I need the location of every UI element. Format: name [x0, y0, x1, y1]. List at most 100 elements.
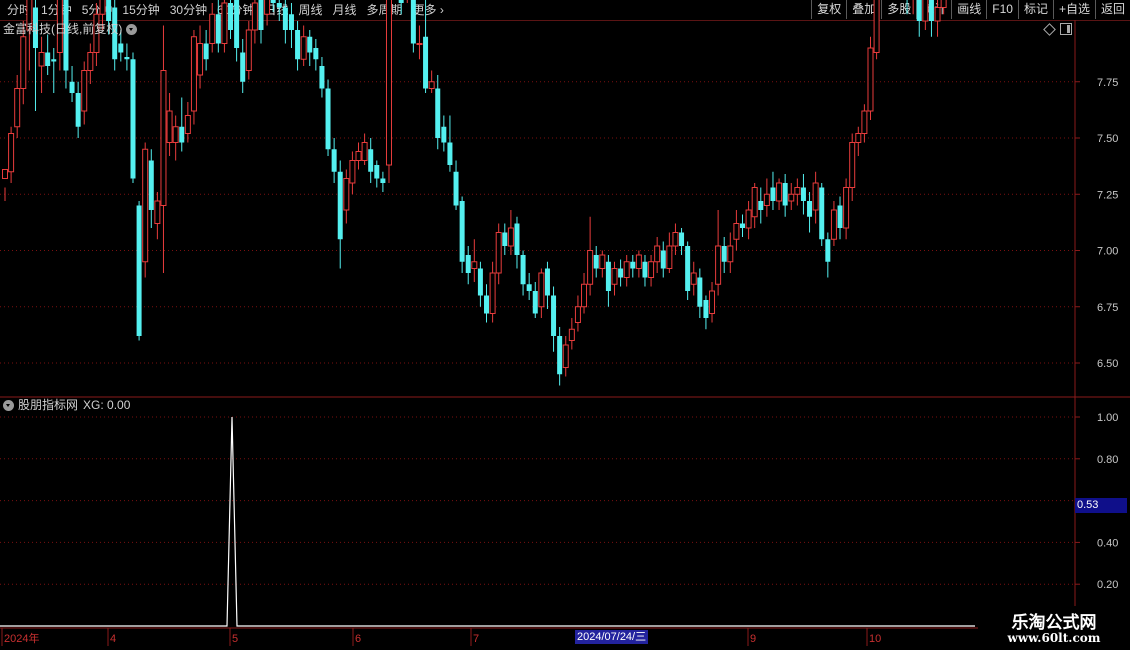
- time-axis-label: 5: [232, 633, 238, 645]
- candle-body: [75, 93, 81, 127]
- candle-body: [179, 126, 185, 143]
- indicator-tick-label: 1.00: [1097, 412, 1118, 424]
- xg-signal-line: [0, 416, 975, 627]
- candle-body: [568, 328, 575, 341]
- price-tick-label: 7.50: [1097, 133, 1118, 145]
- candle-body: [258, 0, 264, 31]
- candle-body: [300, 36, 307, 60]
- candle-body: [928, 0, 934, 22]
- candle-body: [861, 110, 868, 134]
- candle-body: [562, 344, 569, 368]
- candle-body: [715, 245, 722, 285]
- candle-body: [520, 255, 526, 285]
- candle-body: [215, 14, 221, 44]
- candle-body: [721, 246, 727, 262]
- candle-body: [532, 291, 538, 314]
- candle-body: [398, 0, 404, 3]
- candle-body: [148, 160, 154, 210]
- candle-body: [642, 261, 648, 278]
- stock-title-label: 金富科技(日线,前复权): [3, 22, 123, 36]
- candle-body: [502, 232, 508, 246]
- indicator-tick-label: 0.40: [1097, 537, 1118, 549]
- candle-body: [20, 36, 27, 89]
- candle-body: [441, 126, 447, 143]
- time-axis-label: 9: [750, 633, 756, 645]
- candle-body: [685, 246, 691, 291]
- candle-body: [867, 47, 874, 112]
- candle-body: [136, 205, 142, 336]
- candle-body: [331, 149, 337, 172]
- candle-body: [800, 187, 806, 201]
- candle-body: [648, 261, 655, 278]
- time-axis-label: 6: [355, 633, 361, 645]
- candle-body: [349, 160, 356, 184]
- chevron-down-icon[interactable]: [126, 23, 138, 35]
- candle-body: [849, 142, 856, 188]
- candle-body: [160, 70, 167, 206]
- candle-body: [435, 88, 441, 138]
- candle-body: [495, 232, 502, 274]
- candle-body: [447, 142, 453, 165]
- candle-body: [245, 29, 252, 71]
- time-axis-label: 7: [473, 633, 479, 645]
- candle-body: [666, 245, 673, 269]
- candle-body: [581, 283, 588, 308]
- candle-body: [807, 201, 813, 217]
- candle-body: [172, 126, 179, 143]
- candle-body: [428, 81, 435, 89]
- candle-body: [574, 306, 581, 323]
- candle-body: [416, 43, 423, 45]
- candle-body: [635, 254, 642, 269]
- time-axis-label: 10: [869, 633, 881, 645]
- candle-body: [599, 254, 606, 269]
- candle-body: [307, 36, 313, 53]
- panel-toggle-icon[interactable]: [1060, 23, 1072, 35]
- candle-body: [745, 209, 752, 229]
- candle-body: [251, 2, 258, 31]
- candle-body: [288, 14, 294, 30]
- candle-body: [758, 201, 764, 210]
- candle-body: [873, 0, 880, 53]
- candle-body: [118, 43, 124, 53]
- candle-body: [557, 336, 563, 375]
- candle-body: [538, 272, 545, 308]
- candle-body: [825, 239, 831, 262]
- candle-body: [611, 268, 618, 285]
- candle-body: [87, 52, 94, 71]
- candle-body: [551, 295, 557, 336]
- candle-body: [739, 223, 745, 228]
- candle-body: [855, 133, 862, 143]
- candle-body: [922, 0, 929, 22]
- kline-chart[interactable]: 7.75 7.50 7.25 7.00 6.75 6.50 1.00 0.80 0.40 0.20…: [0, 0, 1130, 650]
- candle-body: [343, 178, 350, 211]
- candle-body: [313, 48, 319, 60]
- candle-body: [837, 205, 843, 228]
- candle-body: [355, 151, 362, 161]
- candle-body: [410, 0, 416, 44]
- price-tick-label: 7.75: [1097, 77, 1118, 89]
- candle-body: [209, 13, 216, 44]
- candle-body: [361, 142, 368, 161]
- indicator-value: XG: 0.00: [83, 398, 131, 412]
- diamond-icon[interactable]: [1043, 22, 1056, 36]
- candle-body: [751, 187, 758, 218]
- candle-body: [587, 250, 594, 285]
- candle-body: [733, 223, 740, 240]
- time-axis-label: 2024年: [4, 631, 39, 645]
- candle-body: [593, 255, 599, 269]
- candle-body: [282, 7, 288, 30]
- indicator-menu-icon[interactable]: [3, 399, 14, 411]
- candle-body: [270, 0, 276, 3]
- candle-body: [630, 261, 636, 269]
- candle-body: [618, 268, 624, 278]
- cursor-date: 2024/07/24/三: [575, 630, 649, 644]
- candle-body: [51, 59, 57, 62]
- candle-body: [368, 149, 374, 172]
- candle-body: [940, 0, 947, 8]
- candle-body: [672, 232, 679, 247]
- candle-body: [812, 182, 819, 211]
- candle-body: [2, 169, 8, 179]
- candle-body: [654, 245, 661, 263]
- candle-body: [81, 70, 88, 112]
- indicator-tick-label: 0.80: [1097, 454, 1118, 466]
